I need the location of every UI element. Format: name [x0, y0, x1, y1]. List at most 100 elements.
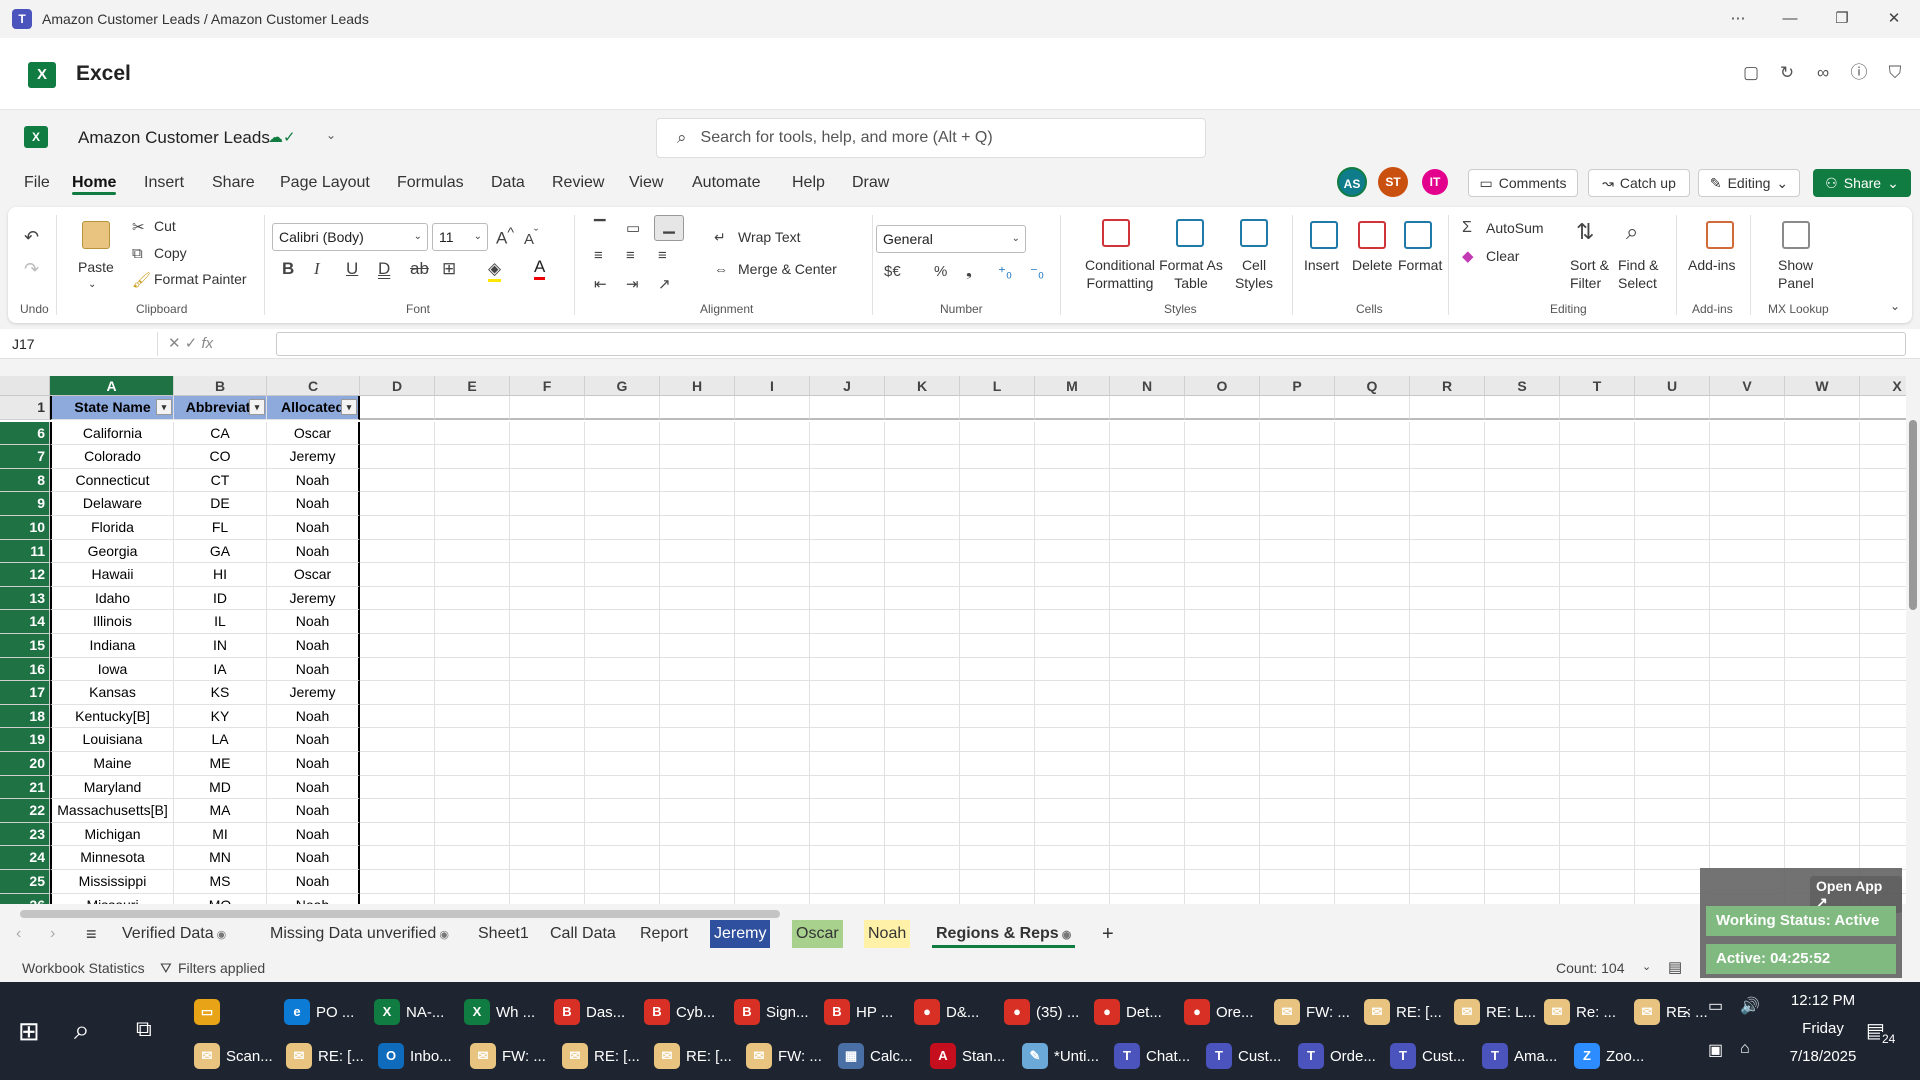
empty-cell[interactable] — [1710, 728, 1785, 752]
taskbar-app[interactable]: ✉ RE: [... — [286, 1038, 364, 1074]
taskbar-app[interactable]: T Cust... — [1206, 1038, 1281, 1074]
empty-cell[interactable] — [1185, 775, 1260, 800]
empty-cell[interactable] — [360, 893, 435, 904]
empty-cell[interactable] — [1110, 799, 1185, 823]
empty-cell[interactable] — [660, 799, 735, 823]
empty-cell[interactable] — [585, 775, 660, 800]
empty-cell[interactable] — [360, 846, 435, 870]
empty-cell[interactable] — [510, 846, 585, 870]
close-icon[interactable]: ✕ — [1868, 0, 1920, 38]
table-cell[interactable]: Jeremy — [267, 445, 360, 469]
align-center-icon[interactable]: ≡ — [626, 247, 635, 264]
add-sheet-icon[interactable]: + — [1098, 920, 1118, 948]
empty-cell[interactable] — [1710, 563, 1785, 587]
chevron-up-icon[interactable]: ⌃ — [1680, 1008, 1693, 1028]
empty-cell[interactable] — [1035, 893, 1110, 904]
table-cell[interactable]: MI — [174, 822, 267, 847]
empty-cell[interactable] — [585, 539, 660, 564]
taskbar-app[interactable]: T Ama... — [1482, 1038, 1557, 1074]
empty-cell[interactable] — [1260, 445, 1335, 469]
empty-cell[interactable] — [1035, 704, 1110, 729]
row-header[interactable]: 18 — [0, 704, 50, 729]
table-cell[interactable]: Colorado — [50, 445, 174, 469]
table-header-cell[interactable]: Abbreviati ▾ — [174, 396, 267, 420]
table-cell[interactable]: Noah — [267, 752, 360, 776]
underline-icon[interactable]: U — [346, 259, 358, 279]
formula-input[interactable] — [276, 332, 1906, 356]
table-cell[interactable]: MO — [174, 893, 267, 904]
empty-cell[interactable] — [1710, 516, 1785, 540]
find-select-button[interactable]: Find & — [1618, 257, 1658, 273]
table-cell[interactable]: CA — [174, 421, 267, 446]
empty-cell[interactable] — [1635, 516, 1710, 540]
empty-cell[interactable] — [1335, 634, 1410, 658]
table-cell[interactable]: Noah — [267, 728, 360, 752]
empty-cell[interactable] — [1335, 468, 1410, 493]
empty-cell[interactable] — [960, 445, 1035, 469]
empty-cell[interactable] — [510, 893, 585, 904]
empty-cell[interactable] — [435, 586, 510, 611]
search-icon[interactable]: ⌕ — [74, 1014, 90, 1047]
empty-cell[interactable] — [1710, 492, 1785, 516]
empty-cell[interactable] — [660, 657, 735, 682]
empty-cell[interactable] — [1560, 822, 1635, 847]
name-box[interactable]: J17 — [8, 332, 158, 356]
empty-cell[interactable] — [435, 563, 510, 587]
empty-cell[interactable] — [1185, 421, 1260, 446]
empty-cell[interactable] — [1785, 752, 1860, 776]
column-header-l[interactable]: L — [960, 376, 1035, 396]
empty-cell[interactable] — [1185, 704, 1260, 729]
column-header-w[interactable]: W — [1785, 376, 1860, 396]
filter-dropdown-icon[interactable]: ▾ — [156, 399, 172, 415]
empty-cell[interactable] — [510, 870, 585, 894]
strikethrough-icon[interactable]: ab — [410, 259, 429, 279]
empty-cell[interactable] — [1635, 657, 1710, 682]
empty-cell[interactable] — [585, 634, 660, 658]
taskbar-app[interactable]: ✉ RE: ... — [1634, 994, 1708, 1030]
taskbar-app[interactable]: ✉ RE: L... — [1454, 994, 1536, 1030]
empty-cell[interactable] — [360, 610, 435, 634]
empty-cell[interactable] — [585, 799, 660, 823]
empty-cell[interactable] — [960, 421, 1035, 446]
empty-cell[interactable] — [960, 775, 1035, 800]
empty-cell[interactable] — [1485, 681, 1560, 705]
empty-cell[interactable] — [1785, 396, 1860, 420]
empty-cell[interactable] — [585, 752, 660, 776]
empty-cell[interactable] — [1335, 421, 1410, 446]
empty-cell[interactable] — [1410, 657, 1485, 682]
empty-cell[interactable] — [1410, 492, 1485, 516]
align-top-icon[interactable]: ▔ — [594, 219, 606, 237]
empty-cell[interactable] — [810, 492, 885, 516]
language-icon[interactable]: ⌂ — [1740, 1040, 1750, 1058]
table-cell[interactable]: Indiana — [50, 634, 174, 658]
empty-cell[interactable] — [1635, 610, 1710, 634]
insert-cells-icon[interactable] — [1310, 221, 1338, 249]
empty-cell[interactable] — [660, 445, 735, 469]
table-cell[interactable]: Noah — [267, 657, 360, 682]
empty-cell[interactable] — [1710, 445, 1785, 469]
empty-cell[interactable] — [1035, 634, 1110, 658]
format-cells-icon[interactable] — [1404, 221, 1432, 249]
taskbar-app[interactable]: ▦ Calc... — [838, 1038, 913, 1074]
empty-cell[interactable] — [1185, 468, 1260, 493]
redo-icon[interactable]: ↷ — [24, 259, 39, 280]
empty-cell[interactable] — [1335, 893, 1410, 904]
empty-cell[interactable] — [435, 634, 510, 658]
empty-cell[interactable] — [1035, 799, 1110, 823]
empty-cell[interactable] — [1260, 728, 1335, 752]
table-cell[interactable]: Noah — [267, 846, 360, 870]
empty-cell[interactable] — [960, 586, 1035, 611]
empty-cell[interactable] — [735, 775, 810, 800]
empty-cell[interactable] — [1710, 586, 1785, 611]
empty-cell[interactable] — [885, 752, 960, 776]
empty-cell[interactable] — [435, 539, 510, 564]
empty-cell[interactable] — [1560, 799, 1635, 823]
decrease-indent-icon[interactable]: ⇤ — [594, 275, 607, 293]
empty-cell[interactable] — [585, 396, 660, 420]
empty-cell[interactable] — [1785, 492, 1860, 516]
empty-cell[interactable] — [1560, 396, 1635, 420]
table-cell[interactable]: Noah — [267, 893, 360, 904]
row-header[interactable]: 9 — [0, 492, 50, 516]
empty-cell[interactable] — [1635, 563, 1710, 587]
row-header[interactable]: 1 — [0, 396, 50, 420]
